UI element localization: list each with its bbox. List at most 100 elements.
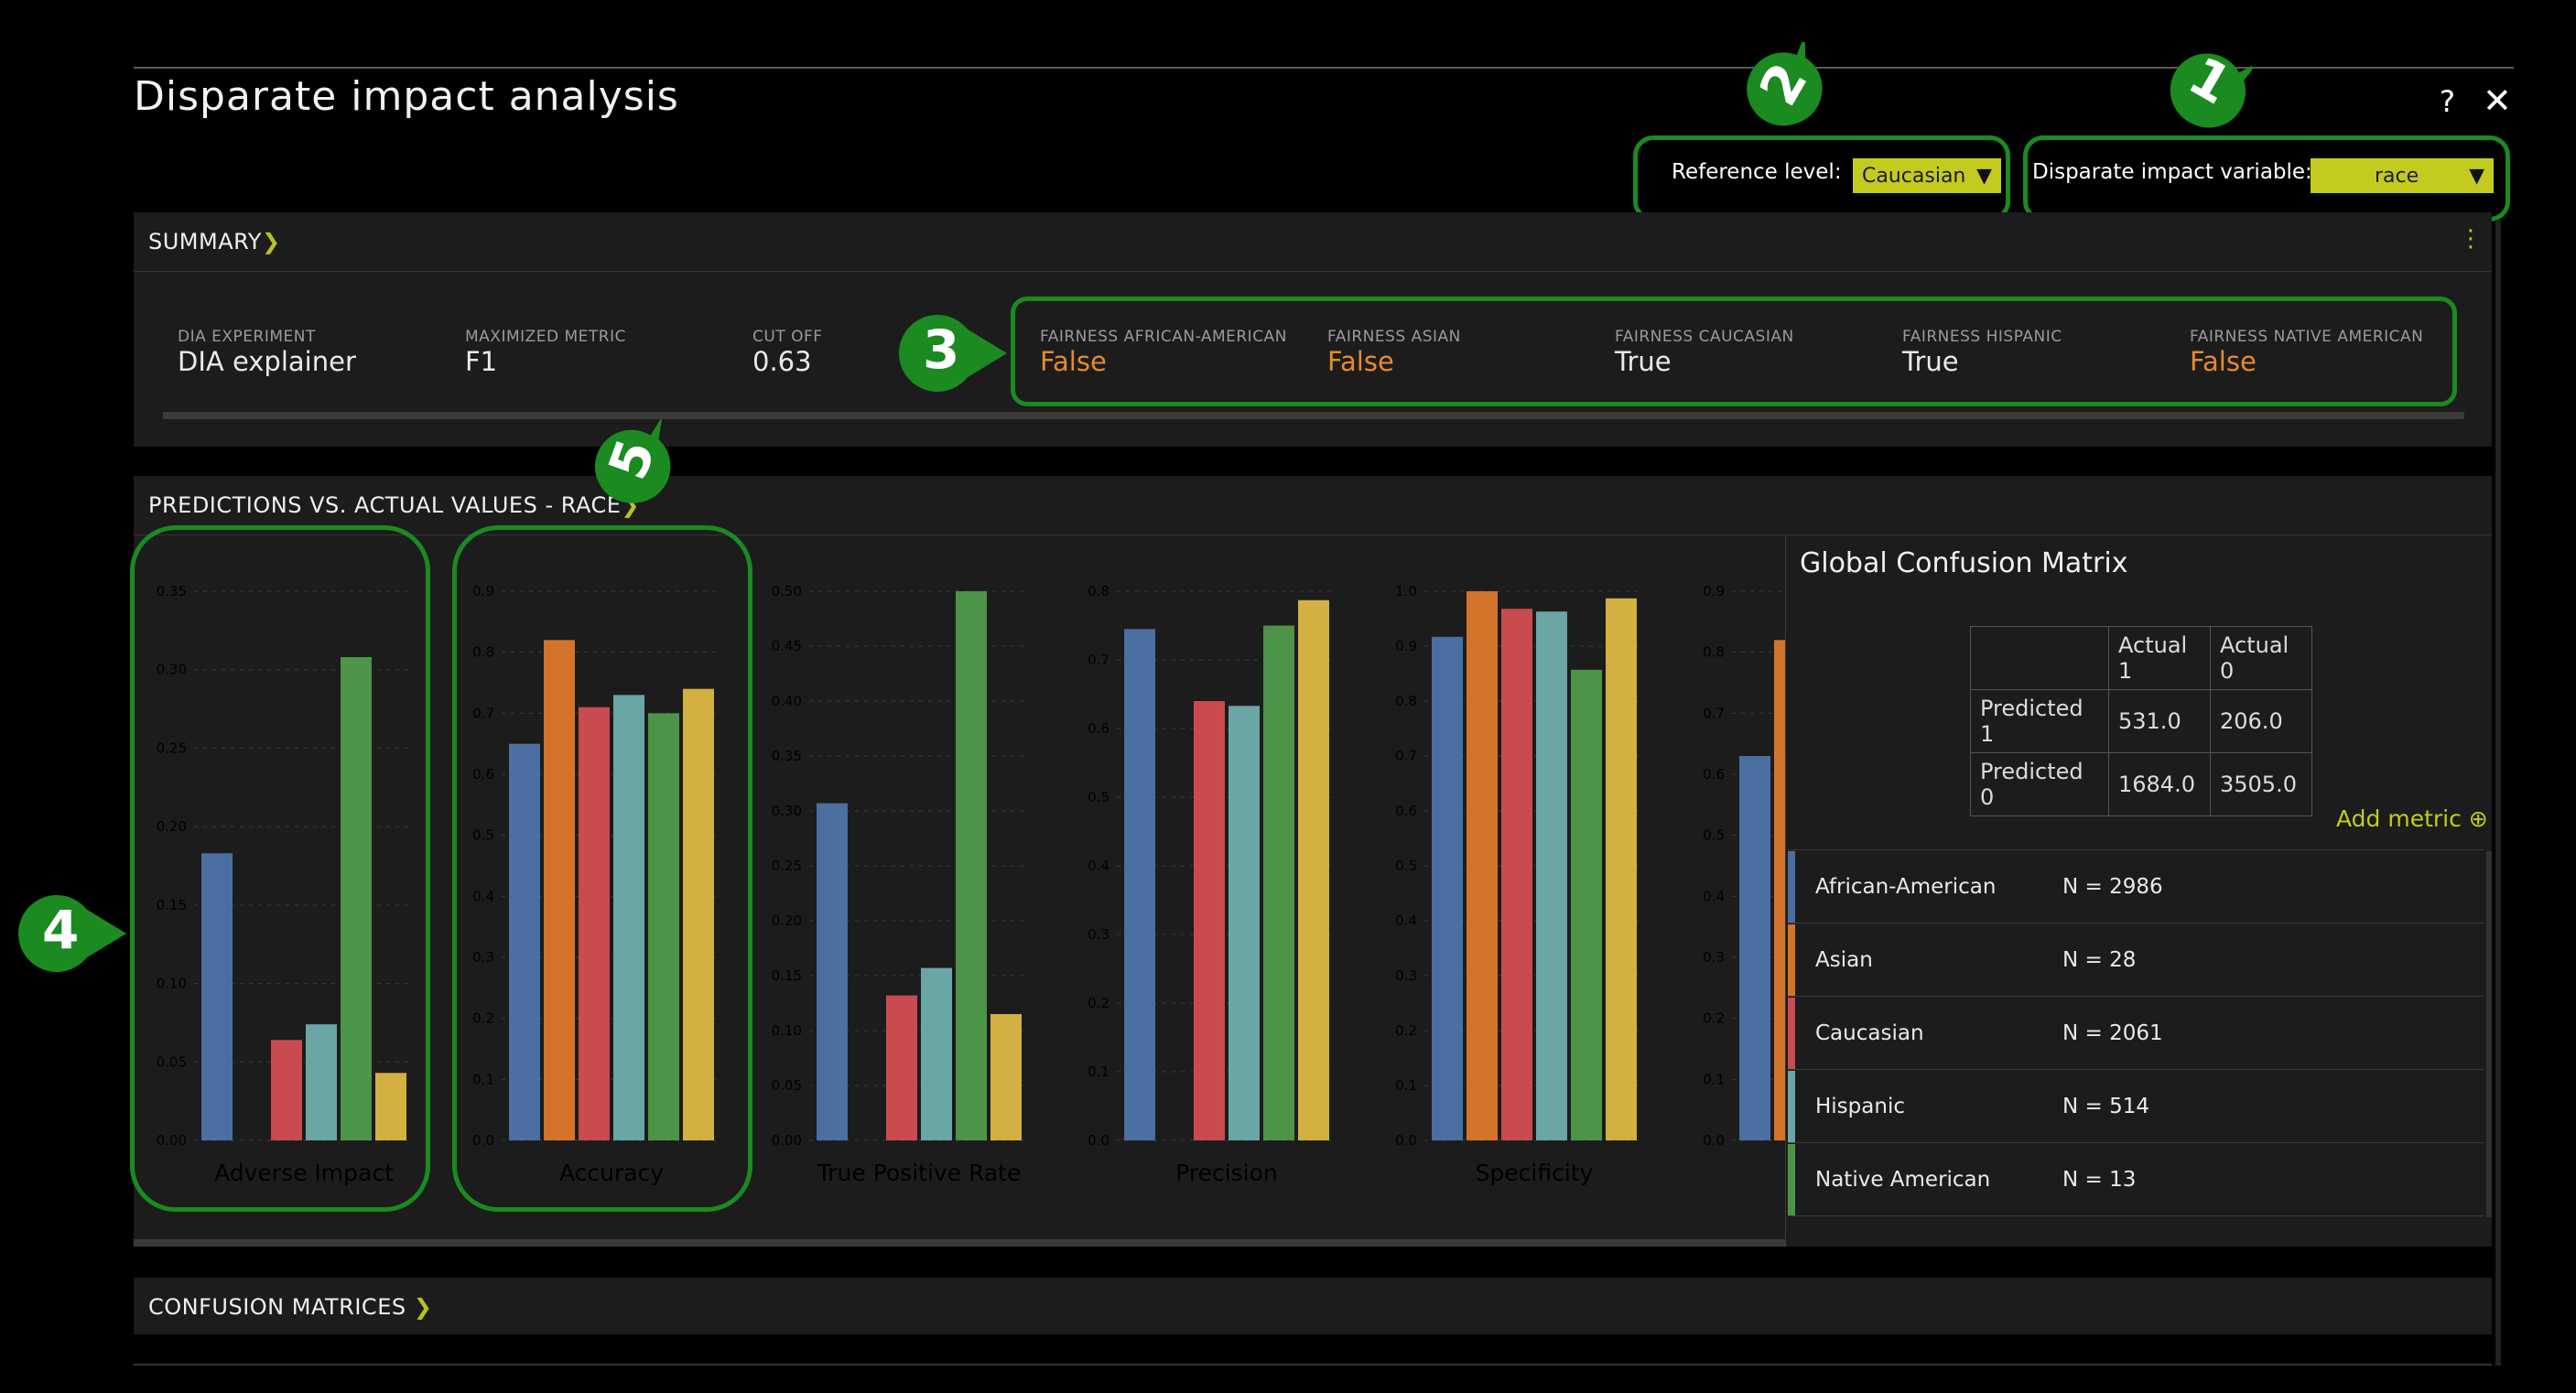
bar-caucasian[interactable] (1194, 701, 1225, 1140)
bar-african-american[interactable] (1739, 756, 1770, 1140)
y-tick-label: 0.2 (1395, 1022, 1417, 1039)
y-tick-label: 0.4 (1088, 858, 1109, 874)
dropdown-arrow-icon: ▼ (2469, 164, 2484, 188)
confusion-matrices-panel (134, 1278, 2492, 1334)
callout-marker-1: 1 (2160, 42, 2259, 134)
y-tick-label: 0.3 (1088, 926, 1109, 943)
y-tick-label: 0.5 (1395, 858, 1417, 874)
bar-african-american[interactable] (817, 803, 848, 1140)
confusion-matrices-header[interactable]: CONFUSION MATRICES ❯ (148, 1294, 432, 1320)
fairness-hispanic: FAIRNESS HISPANIC True (1902, 328, 2062, 377)
legend-label: Asian (1815, 948, 1873, 972)
table-cell: Predicted 0 (1970, 752, 2109, 816)
reference-level-label: Reference level: (1672, 160, 1842, 184)
y-tick-label: 0.7 (1088, 652, 1109, 668)
y-tick-label: 0.6 (1703, 766, 1725, 783)
confusion-matrix-title: Global Confusion Matrix (1800, 547, 2128, 579)
bar-asian[interactable] (1774, 640, 1785, 1140)
legend-item-asian[interactable]: Asian N = 28 (1788, 924, 2484, 997)
y-tick-label: 0.5 (1703, 827, 1725, 844)
more-options-icon[interactable]: ⋮ (2459, 225, 2483, 253)
summary-scrollbar[interactable] (163, 412, 2464, 419)
y-tick-label: 0.20 (772, 912, 802, 929)
bar-asian[interactable] (1467, 591, 1498, 1140)
page-title: Disparate impact analysis (134, 73, 679, 120)
chart-title: Specificity (1476, 1160, 1594, 1186)
summary-item-experiment: DIA EXPERIMENT DIA explainer (178, 328, 356, 377)
summary-header[interactable]: SUMMARY❯ (148, 229, 281, 254)
table-cell: Predicted 1 (1970, 689, 2109, 753)
y-tick-label: 0.1 (1703, 1071, 1725, 1087)
bar-caucasian[interactable] (1501, 609, 1532, 1140)
fairness-caucasian: FAIRNESS CAUCASIAN True (1615, 328, 1794, 377)
y-tick-label: 0.2 (1703, 1010, 1725, 1027)
chart-specificity: 0.0 0.1 0.2 0.3 0.4 0.5 0.6 0.7 0.8 0.9 1.0 Specifi… (1395, 583, 1640, 1186)
legend-count: N = 2061 (2062, 1021, 2163, 1045)
close-icon[interactable]: ✕ (2483, 81, 2512, 121)
bar-hispanic[interactable] (1228, 706, 1260, 1140)
table-row: Predicted 1 531.0 206.0 (1970, 689, 2312, 753)
y-tick-label: 0.9 (1703, 583, 1725, 599)
bar-native-american[interactable] (1298, 599, 1329, 1140)
legend-item-native-american[interactable]: Native American N = 13 (1788, 1144, 2484, 1216)
fairness-asian: FAIRNESS ASIAN False (1327, 328, 1461, 377)
legend-item-hispanic[interactable]: Hispanic N = 514 (1788, 1071, 2484, 1143)
y-tick-label: 0.35 (772, 748, 802, 764)
callout-box-4 (130, 525, 430, 1212)
table-cell: 206.0 (2210, 689, 2312, 753)
table-cell (1970, 626, 2109, 690)
y-tick-label: 0.4 (1395, 912, 1417, 929)
bar-native-american[interactable] (1606, 598, 1637, 1140)
legend-label: Caucasian (1815, 1021, 1924, 1045)
bar-hispanic[interactable] (921, 967, 952, 1140)
bar-african-american[interactable] (1432, 636, 1463, 1140)
legend-swatch (1788, 998, 1795, 1069)
chart-true-positive-rate: 0.00 0.05 0.10 0.15 0.20 0.25 0.30 0.35 0.40 0.45… (772, 583, 1025, 1186)
y-tick-label: 0.10 (772, 1022, 802, 1039)
confusion-divider (1785, 536, 1786, 1247)
disparate-impact-variable-label: Disparate impact variable: (2032, 160, 2312, 184)
legend-count: N = 514 (2062, 1095, 2149, 1118)
chart-title: Precision (1175, 1160, 1278, 1186)
chart-nega: 0.00.10.20.30.40.50.60.70.80.9Nega (1703, 583, 1785, 1149)
disparate-impact-variable-value: race (2375, 164, 2419, 188)
y-tick-label: 0.3 (1395, 967, 1417, 984)
help-icon[interactable]: ? (2440, 84, 2455, 119)
y-tick-label: 0.6 (1395, 803, 1417, 819)
bar-native-american[interactable] (990, 1014, 1022, 1140)
y-tick-label: 0.5 (1088, 789, 1109, 805)
bar-caucasian[interactable] (886, 995, 917, 1140)
bar-green[interactable] (956, 591, 987, 1140)
predictions-title: PREDICTIONS VS. ACTUAL VALUES - RACE (148, 492, 622, 518)
predictions-header[interactable]: PREDICTIONS VS. ACTUAL VALUES - RACE❯ (148, 492, 640, 518)
table-header: Actual 1 (2108, 626, 2211, 690)
main-scrollbar[interactable] (2495, 220, 2501, 1366)
bar-hispanic[interactable] (1536, 611, 1567, 1140)
reference-level-dropdown[interactable]: Caucasian ▼ (1853, 158, 2001, 193)
y-tick-label: 0.8 (1088, 583, 1109, 599)
legend-item-african-american[interactable]: African-American N = 2986 (1788, 851, 2484, 923)
y-tick-label: 0.4 (1703, 888, 1725, 904)
bar-green[interactable] (1263, 625, 1294, 1141)
dropdown-arrow-icon: ▼ (1976, 164, 1992, 188)
legend-label: African-American (1815, 875, 1997, 899)
y-tick-label: 0.00 (772, 1132, 802, 1149)
chart-precision: 0.0 0.1 0.2 0.3 0.4 0.5 0.6 0.7 0.8 Precision (1088, 583, 1333, 1186)
summary-item-cutoff: CUT OFF 0.63 (752, 328, 823, 377)
legend-swatch (1788, 851, 1795, 923)
legend-swatch (1788, 1071, 1795, 1142)
y-tick-label: 0.0 (1395, 1132, 1417, 1149)
callout-marker-3: 3 (895, 308, 1007, 399)
bar-green[interactable] (1571, 669, 1602, 1140)
disparate-impact-variable-dropdown[interactable]: race ▼ (2311, 158, 2494, 193)
legend-scrollbar[interactable] (2486, 851, 2492, 1217)
summary-item-metric: MAXIMIZED METRIC F1 (465, 328, 627, 377)
legend-item-caucasian[interactable]: Caucasian N = 2061 (1788, 998, 2484, 1070)
y-tick-label: 0.0 (1088, 1132, 1109, 1149)
charts-scrollbar[interactable] (134, 1239, 1785, 1247)
bar-african-american[interactable] (1124, 629, 1155, 1140)
add-metric-button[interactable]: Add metric ⊕ (2336, 805, 2488, 832)
legend-count: N = 13 (2062, 1168, 2137, 1192)
legend-label: Hispanic (1815, 1095, 1905, 1118)
fairness-african-american: FAIRNESS AFRICAN-AMERICAN False (1040, 328, 1287, 377)
